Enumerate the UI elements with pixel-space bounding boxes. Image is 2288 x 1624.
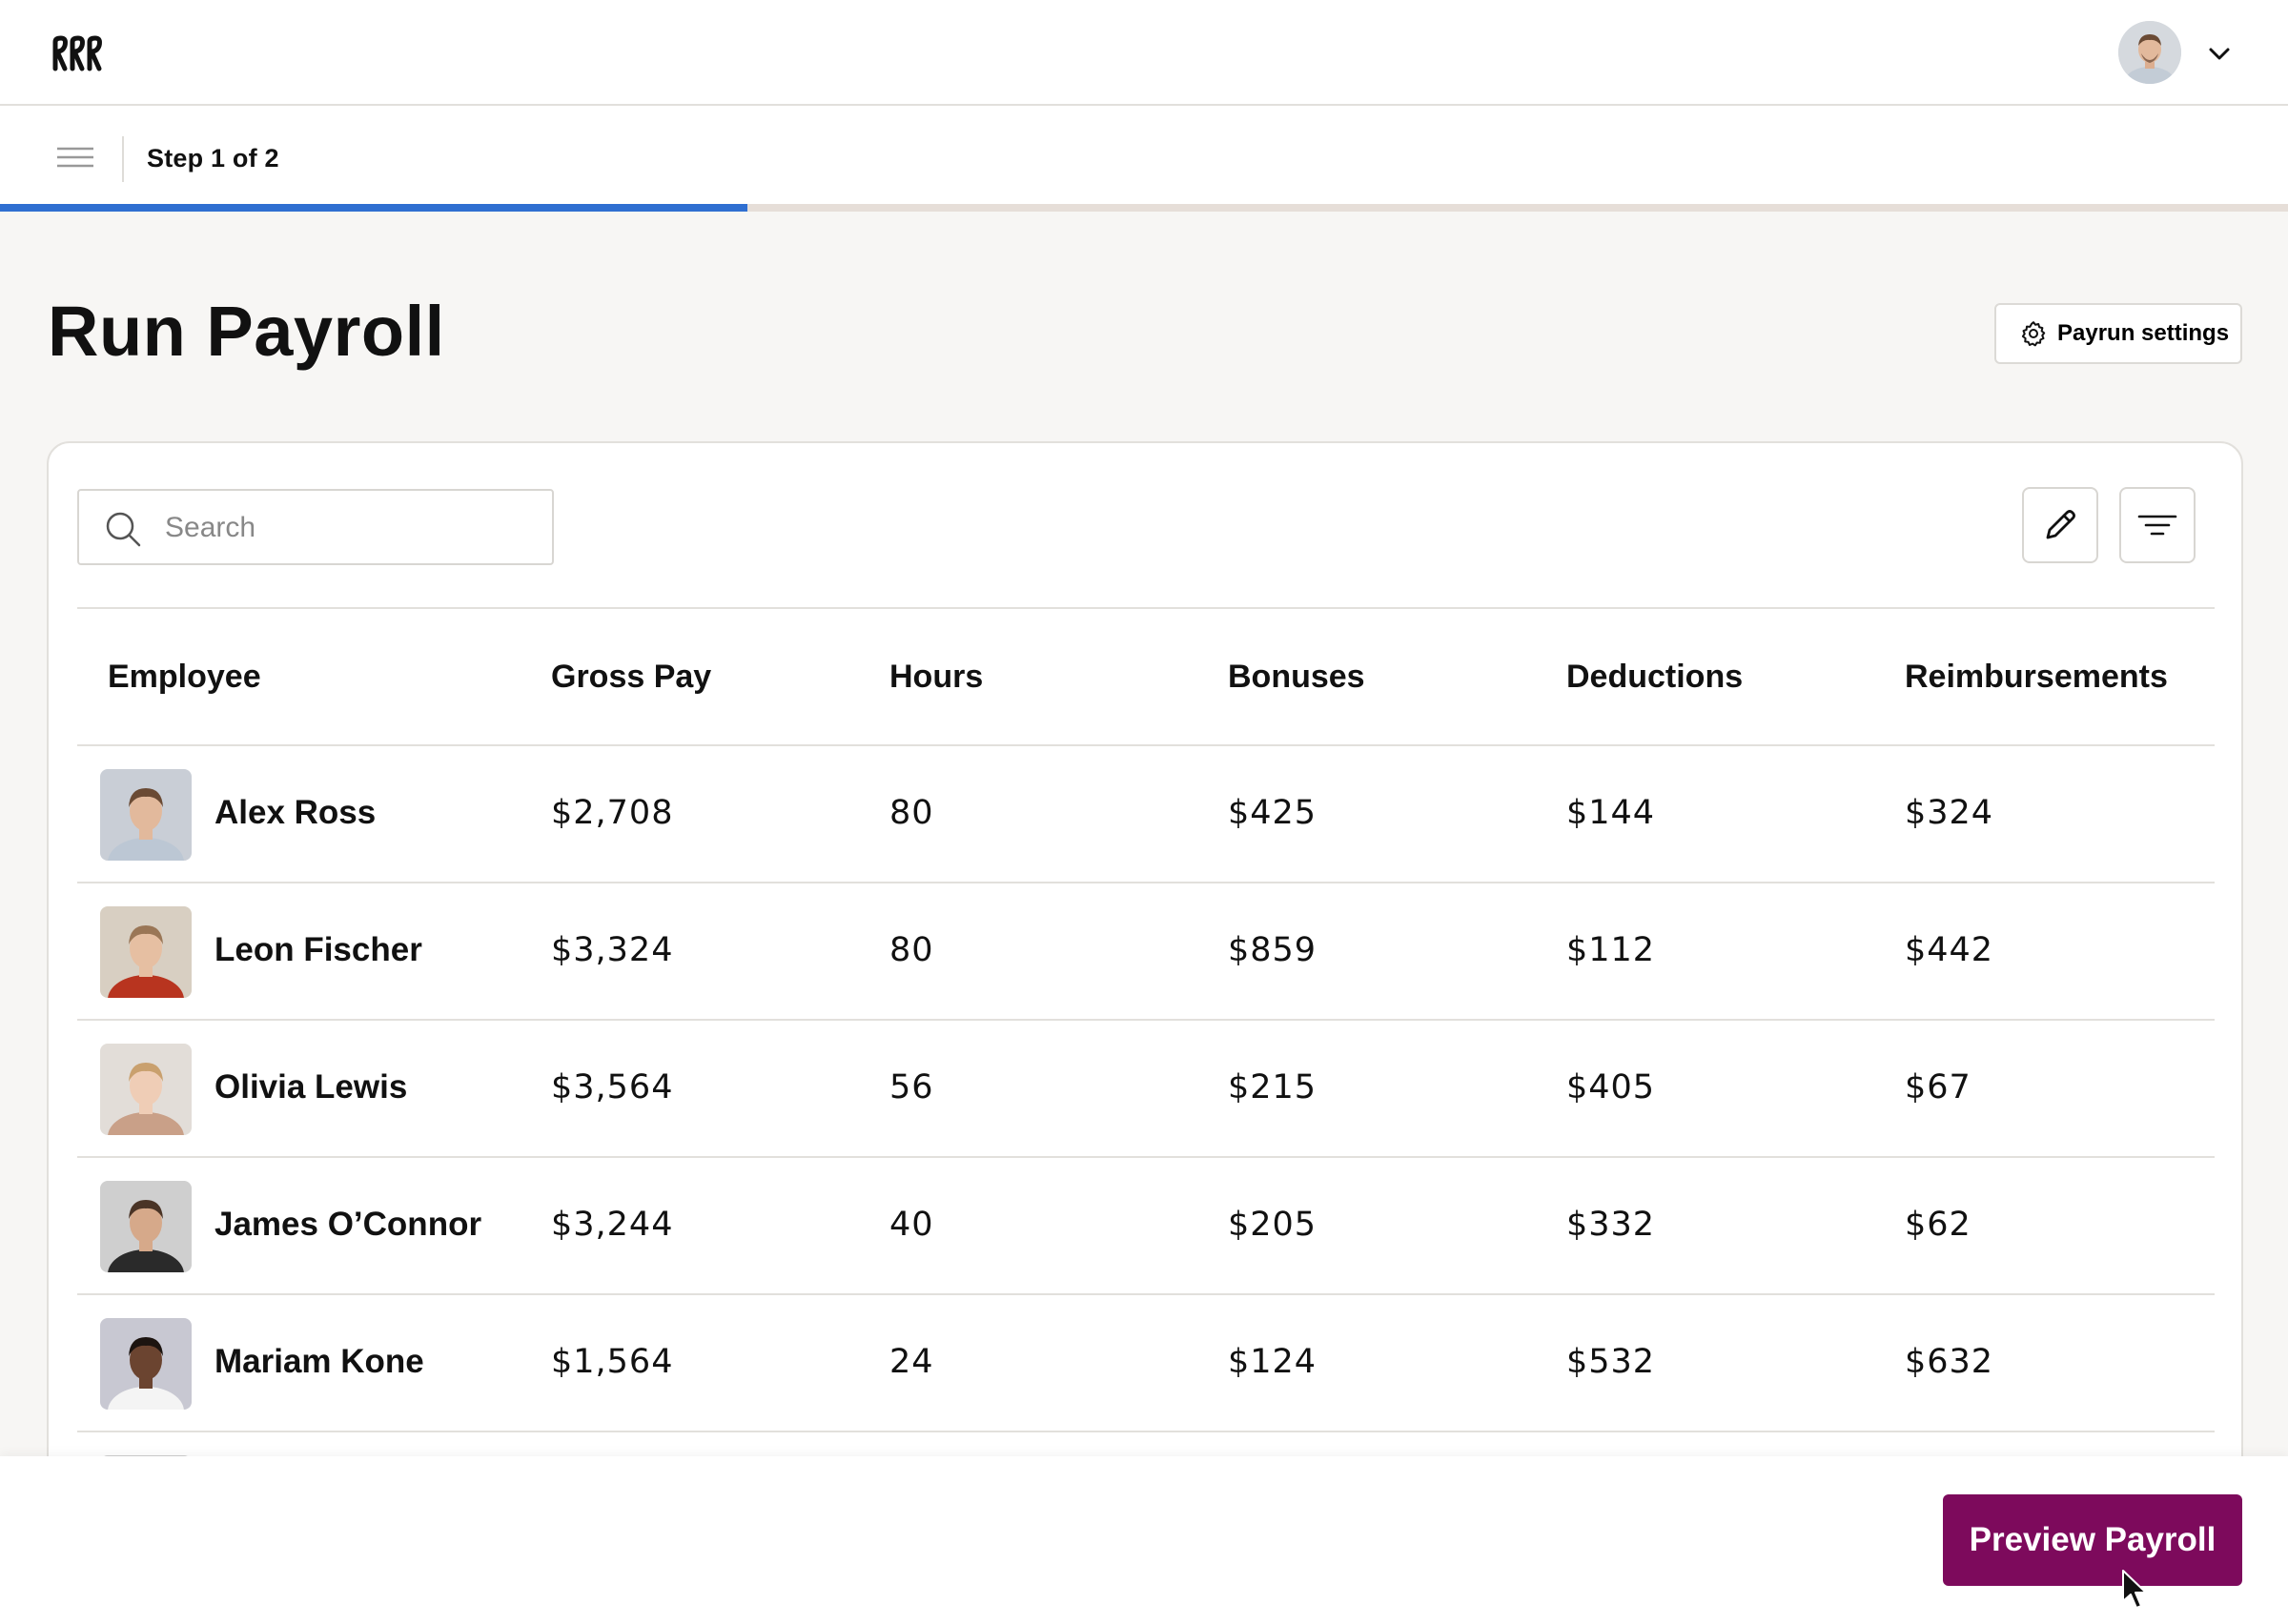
hours-cell: 80 — [889, 794, 934, 832]
bonuses-cell: $215 — [1228, 1068, 1317, 1106]
hamburger-menu-icon[interactable] — [55, 144, 95, 171]
table-row[interactable]: James O’Connor $3,244 40 $205 $332 $62 — [77, 1158, 2215, 1295]
employee-name[interactable]: James O’Connor — [214, 1206, 481, 1244]
deductions-cell: $405 — [1566, 1068, 1655, 1106]
reimbursements-cell: $62 — [1905, 1206, 1971, 1244]
reimbursements-cell: $67 — [1905, 1068, 1971, 1106]
deductions-cell: $112 — [1566, 931, 1655, 969]
table-body: Alex Ross $2,708 80 $425 $144 $324 Leon Fische… — [77, 746, 2215, 1432]
gross-pay-cell: $3,564 — [551, 1068, 673, 1106]
employee-name[interactable]: Leon Fischer — [214, 931, 422, 969]
reimbursements-cell: $632 — [1905, 1343, 1993, 1381]
deductions-cell: $144 — [1566, 794, 1655, 832]
progress-bar — [0, 204, 2288, 212]
mouse-cursor-icon — [2120, 1569, 2153, 1611]
progress-bar-fill — [0, 204, 747, 212]
page-title: Run Payroll — [48, 291, 445, 372]
employee-name[interactable]: Olivia Lewis — [214, 1068, 407, 1106]
top-bar — [0, 0, 2288, 106]
payroll-card: Employee Gross Pay Hours Bonuses Deducti… — [47, 441, 2243, 1624]
table-header: Employee Gross Pay Hours Bonuses Deducti… — [77, 607, 2215, 746]
filter-button[interactable] — [2119, 487, 2196, 563]
employee-name[interactable]: Mariam Kone — [214, 1343, 424, 1381]
employee-photo — [100, 1318, 192, 1410]
hours-cell: 24 — [889, 1343, 934, 1381]
employee-photo — [100, 906, 192, 998]
search-input[interactable] — [165, 504, 537, 552]
step-bar: Step 1 of 2 — [0, 106, 2288, 211]
employee-name[interactable]: Alex Ross — [214, 794, 376, 832]
employee-photo — [100, 769, 192, 861]
table-row[interactable]: Olivia Lewis $3,564 56 $215 $405 $67 — [77, 1021, 2215, 1158]
column-header-bonuses[interactable]: Bonuses — [1228, 659, 1365, 696]
pencil-icon — [2040, 505, 2080, 545]
payrun-settings-button[interactable]: Payrun settings — [1994, 303, 2242, 364]
brand-logo-icon[interactable] — [51, 34, 105, 72]
gear-icon — [2019, 319, 2048, 348]
table-row[interactable]: Alex Ross $2,708 80 $425 $144 $324 — [77, 746, 2215, 883]
reimbursements-cell: $324 — [1905, 794, 1993, 832]
gross-pay-cell: $2,708 — [551, 794, 673, 832]
gross-pay-cell: $3,244 — [551, 1206, 673, 1244]
bonuses-cell: $425 — [1228, 794, 1317, 832]
deductions-cell: $332 — [1566, 1206, 1655, 1244]
employee-photo — [100, 1044, 192, 1135]
table-row[interactable]: Leon Fischer $3,324 80 $859 $112 $442 — [77, 883, 2215, 1021]
payroll-table: Employee Gross Pay Hours Bonuses Deducti… — [77, 607, 2215, 1570]
column-header-hours[interactable]: Hours — [889, 659, 983, 696]
step-label: Step 1 of 2 — [147, 144, 279, 173]
footer-bar: Preview Payroll — [0, 1456, 2288, 1624]
user-avatar[interactable] — [2118, 21, 2181, 84]
column-header-reimbursements[interactable]: Reimbursements — [1905, 659, 2168, 696]
hours-cell: 56 — [889, 1068, 934, 1106]
table-row[interactable]: Mariam Kone $1,564 24 $124 $532 $632 — [77, 1295, 2215, 1432]
search-icon — [104, 510, 142, 548]
column-header-gross-pay[interactable]: Gross Pay — [551, 659, 711, 696]
gross-pay-cell: $3,324 — [551, 931, 673, 969]
step-divider — [122, 136, 124, 182]
hours-cell: 80 — [889, 931, 934, 969]
bonuses-cell: $205 — [1228, 1206, 1317, 1244]
chevron-down-icon[interactable] — [2206, 42, 2233, 65]
reimbursements-cell: $442 — [1905, 931, 1993, 969]
gross-pay-cell: $1,564 — [551, 1343, 673, 1381]
preview-payroll-button[interactable]: Preview Payroll — [1943, 1494, 2242, 1586]
bonuses-cell: $124 — [1228, 1343, 1317, 1381]
hours-cell: 40 — [889, 1206, 934, 1244]
column-header-employee[interactable]: Employee — [108, 659, 261, 696]
employee-photo — [100, 1181, 192, 1272]
payrun-settings-label: Payrun settings — [2057, 320, 2229, 347]
bonuses-cell: $859 — [1228, 931, 1317, 969]
filter-icon — [2137, 505, 2177, 545]
column-header-deductions[interactable]: Deductions — [1566, 659, 1743, 696]
deductions-cell: $532 — [1566, 1343, 1655, 1381]
search-box — [77, 489, 554, 565]
edit-button[interactable] — [2022, 487, 2098, 563]
